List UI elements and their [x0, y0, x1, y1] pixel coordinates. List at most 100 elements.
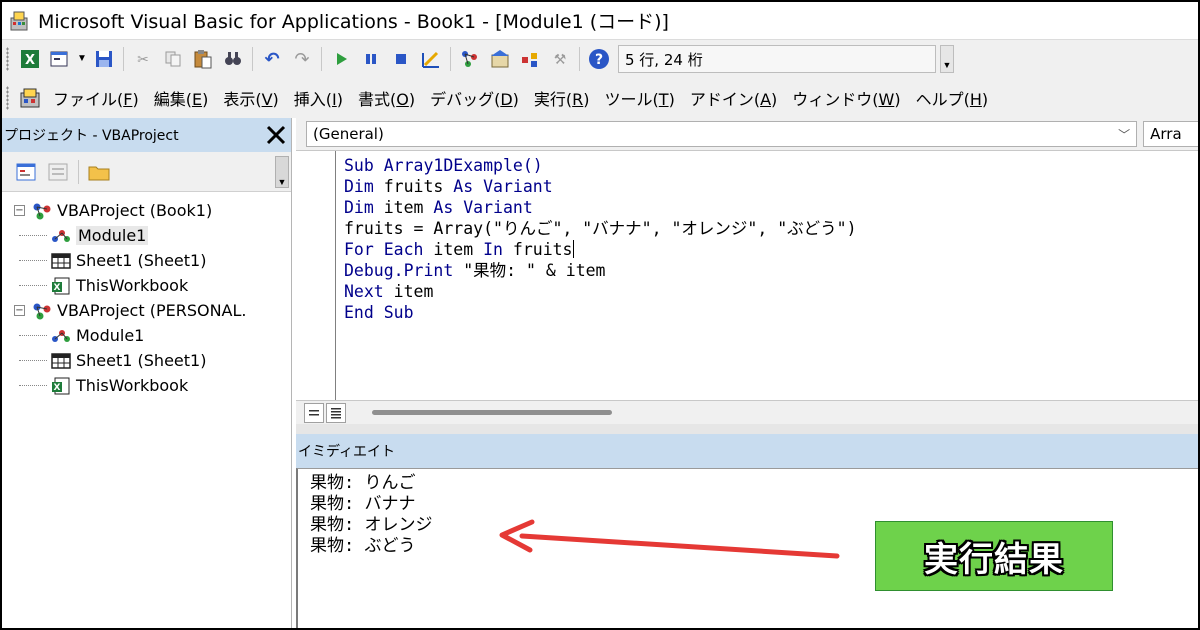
code-line[interactable]: Next item [344, 281, 857, 302]
tree-project-node[interactable]: − VBAProject (PERSONAL. [2, 298, 291, 323]
code-keyword: Sub [344, 156, 384, 175]
code-line[interactable]: End Sub [344, 302, 857, 323]
menu-item[interactable]: デバッグ(D) [430, 86, 519, 110]
immediate-output-line: 果物: りんご [310, 473, 416, 493]
tree-sheet-node[interactable]: Sheet1 (Sheet1) [2, 248, 291, 273]
tree-workbook-node[interactable]: X ThisWorkbook [2, 373, 291, 398]
code-line[interactable]: Sub Array1DExample() [344, 155, 857, 176]
undo-icon[interactable]: ↶ [261, 48, 283, 70]
tree-node-label: VBAProject (Book1) [57, 201, 213, 220]
tree-node-label: Sheet1 (Sheet1) [76, 251, 207, 270]
collapse-icon[interactable]: − [14, 305, 25, 316]
copy-icon[interactable] [162, 48, 184, 70]
menu-grip[interactable] [6, 86, 9, 110]
paste-icon[interactable] [192, 48, 214, 70]
procedure-combo[interactable]: Arra [1143, 121, 1198, 147]
menu-item[interactable]: 挿入(I) [294, 86, 343, 110]
code-keyword: For Each [344, 240, 434, 259]
project-explorer: プロジェクト - VBAProject ▼ − VBAProject (Book1… [2, 118, 292, 628]
code-lines[interactable]: Sub Array1DExample() Dim fruits As Varian… [344, 155, 857, 323]
code-keyword: Array1DExample() [383, 156, 543, 175]
properties-icon[interactable] [489, 48, 511, 70]
insert-form-icon[interactable] [49, 48, 71, 70]
code-line[interactable]: fruits = Array("りんご", "バナナ", "オレンジ", "ぶど… [344, 218, 857, 239]
toolbar-separator [123, 47, 124, 71]
full-module-view-button[interactable] [326, 402, 346, 423]
run-icon[interactable] [330, 48, 352, 70]
pane-splitter[interactable] [296, 424, 1198, 434]
folder-icon[interactable] [88, 161, 110, 183]
tree-node-label: Module1 [76, 226, 149, 245]
toolbar-separator [579, 47, 580, 71]
tree-workbook-node[interactable]: X ThisWorkbook [2, 273, 291, 298]
tree-module-node[interactable]: Module1 [2, 323, 291, 348]
redo-icon[interactable]: ↷ [291, 48, 313, 70]
code-line[interactable]: Dim item As Variant [344, 197, 857, 218]
toolbox-icon[interactable]: ⚒ [549, 48, 571, 70]
code-footer [296, 400, 1198, 424]
reset-icon[interactable] [390, 48, 412, 70]
cut-icon[interactable]: ✂ [132, 48, 154, 70]
toolbar-separator [78, 159, 79, 184]
object-combo[interactable]: (General) ﹀ [306, 121, 1138, 147]
menu-bar: ファイル(F) 編集(E) 表示(V) 挿入(I) 書式(O) デバッグ(D) 実行(R) ツ… [2, 78, 1198, 118]
menu-item[interactable]: 実行(R) [534, 86, 590, 110]
code-keyword: As Variant [433, 198, 533, 217]
code-text: fruits [383, 177, 454, 196]
code-line[interactable]: For Each item In fruits [344, 239, 857, 260]
menu-item[interactable]: アドイン(A) [690, 86, 777, 110]
code-keyword: Debug.Print [344, 261, 464, 280]
code-editor[interactable]: Sub Array1DExample() Dim fruits As Varian… [296, 150, 1198, 401]
menu-item[interactable]: 書式(O) [358, 86, 415, 110]
tree-sheet-node[interactable]: Sheet1 (Sheet1) [2, 348, 291, 373]
code-line[interactable]: Dim fruits As Variant [344, 176, 857, 197]
view-code-icon[interactable] [15, 161, 37, 183]
toolbar-options-icon[interactable]: ▼ [275, 156, 289, 188]
svg-text:X: X [54, 383, 61, 393]
immediate-output[interactable]: 果物: りんご 果物: バナナ 果物: オレンジ 果物: ぶどう [310, 473, 432, 557]
immediate-output-line: 果物: ぶどう [310, 536, 416, 556]
excel-icon[interactable]: X [19, 48, 41, 70]
code-keyword: As Variant [453, 177, 553, 196]
close-icon[interactable] [261, 120, 291, 150]
vbaproject-icon [31, 201, 53, 221]
code-margin-indicator-bar[interactable] [296, 151, 336, 401]
help-icon[interactable]: ? [588, 48, 610, 70]
vba-menu-icon[interactable] [19, 87, 41, 109]
design-mode-icon[interactable] [420, 48, 442, 70]
procedure-view-button[interactable] [304, 402, 324, 423]
toolbar-separator [450, 47, 451, 71]
result-badge: 実行結果 [875, 521, 1113, 591]
text-caret [572, 240, 574, 258]
toolbar-options-icon[interactable]: ▼ [940, 45, 954, 73]
tree-node-label: Sheet1 (Sheet1) [76, 351, 207, 370]
cursor-position-display: 5 行, 24 桁 [618, 45, 936, 73]
toolbar-grip[interactable] [6, 47, 9, 71]
find-icon[interactable] [222, 48, 244, 70]
code-line[interactable]: Debug.Print "果物: " & item [344, 260, 857, 281]
immediate-window-title: イミディエイト [298, 444, 396, 460]
chevron-down-icon: ﹀ [1118, 127, 1131, 142]
horizontal-scrollbar[interactable] [372, 410, 612, 415]
menu-item[interactable]: ウィンドウ(W) [792, 86, 900, 110]
tree-node-label: ThisWorkbook [76, 376, 189, 395]
tree-project-node[interactable]: − VBAProject (Book1) [2, 198, 291, 223]
code-text: fruits = Array("りんご", "バナナ", "オレンジ", "ぶど… [344, 219, 857, 238]
chevron-down-icon[interactable]: ▼ [77, 48, 87, 70]
tree-module-node[interactable]: Module1 [2, 223, 291, 248]
menu-item[interactable]: ヘルプ(H) [916, 86, 989, 110]
project-explorer-icon[interactable] [459, 48, 481, 70]
break-icon[interactable] [360, 48, 382, 70]
view-object-icon[interactable] [47, 161, 69, 183]
collapse-icon[interactable]: − [14, 205, 25, 216]
workbook-icon: X [50, 376, 72, 396]
menu-item[interactable]: 編集(E) [154, 86, 209, 110]
menu-item[interactable]: ファイル(F) [53, 86, 139, 110]
project-explorer-title: プロジェクト - VBAProject [4, 128, 179, 144]
menu-item[interactable]: ツール(T) [605, 86, 675, 110]
sheet-icon [50, 251, 72, 271]
save-icon[interactable] [93, 48, 115, 70]
menu-item[interactable]: 表示(V) [223, 86, 278, 110]
object-browser-icon[interactable] [519, 48, 541, 70]
result-badge-label: 実行結果 [924, 539, 1064, 580]
